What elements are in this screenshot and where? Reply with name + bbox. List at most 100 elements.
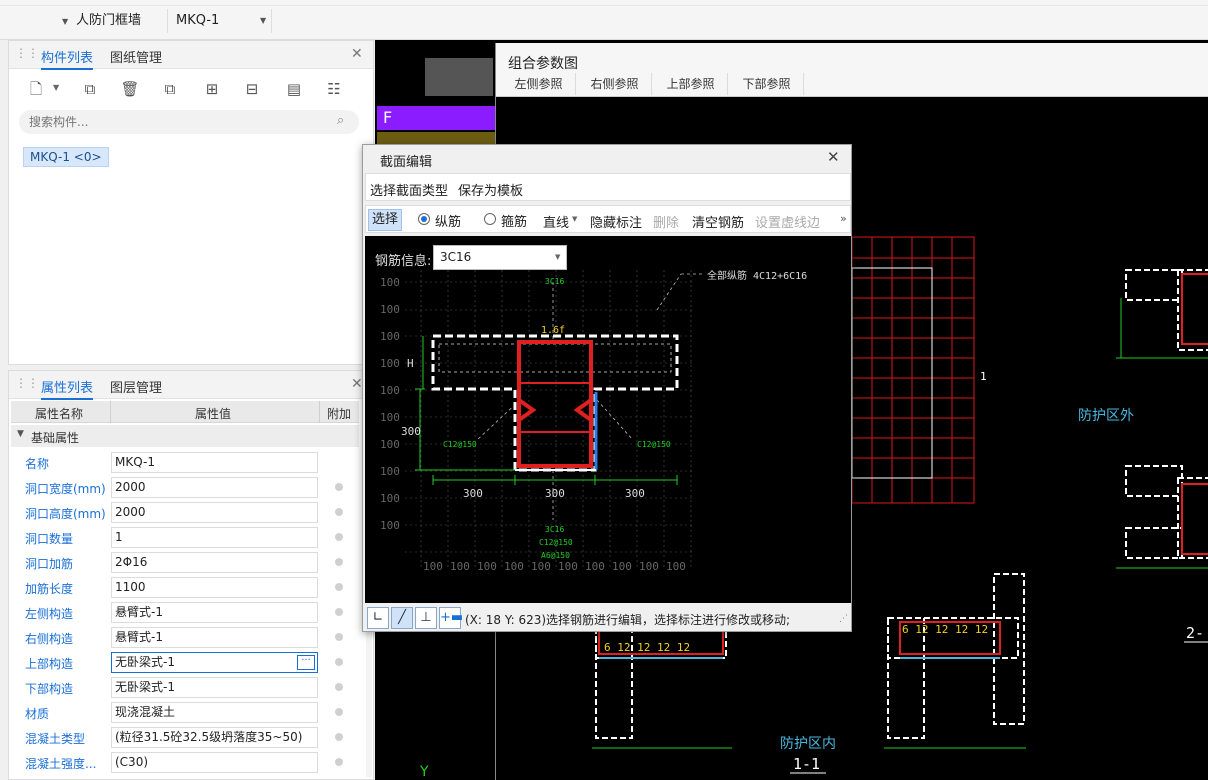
menu-select-section-type[interactable]: 选择截面类型 — [370, 180, 448, 199]
hide-label-button[interactable]: 隐藏标注 — [590, 212, 642, 231]
property-value-field[interactable]: 悬臂式-1 — [111, 602, 318, 623]
top-reference-button[interactable]: 上部参照 — [654, 73, 728, 95]
extra-checkbox[interactable] — [335, 658, 343, 666]
section-outline — [431, 334, 679, 472]
extra-checkbox[interactable] — [335, 683, 343, 691]
bottom-left-detail — [592, 617, 732, 749]
bottom-reference-button[interactable]: 下部参照 — [730, 73, 804, 95]
mid-rebar-label: 1.6f — [541, 325, 565, 336]
close-icon[interactable]: ✕ — [351, 46, 363, 62]
menu-save-template[interactable]: 保存为模板 — [458, 180, 523, 199]
property-value-field[interactable]: 1100 — [111, 577, 318, 598]
new-component-icon[interactable]: 🗋 — [23, 77, 49, 101]
extra-checkbox[interactable] — [335, 533, 343, 541]
extra-checkbox[interactable] — [335, 483, 343, 491]
stirrup-right-label: C12@150 — [637, 440, 671, 449]
delete-icon[interactable]: 🗑 — [117, 77, 143, 101]
property-value-field[interactable]: (C30) — [111, 752, 318, 773]
import-icon[interactable]: ⊞ — [199, 77, 225, 101]
radio-stirrup[interactable] — [484, 213, 496, 225]
add-dimension-icon[interactable]: +▬ — [439, 607, 463, 629]
svg-text:100: 100 — [380, 276, 400, 289]
extra-checkbox[interactable] — [335, 558, 343, 566]
drag-handle-icon[interactable]: ⋮⋮ — [15, 46, 39, 60]
dialog-titlebar[interactable]: 截面编辑 ✕ — [363, 145, 851, 171]
property-value-field[interactable]: 2000 — [111, 477, 318, 498]
property-group-basic[interactable]: ▼ 基础属性 — [11, 425, 359, 447]
close-icon[interactable]: ✕ — [827, 148, 840, 166]
copy-icon[interactable]: ⧉ — [77, 77, 103, 101]
left-reference-button[interactable]: 左侧参照 — [502, 73, 576, 95]
list-icon[interactable]: ☷ — [321, 77, 347, 101]
chevron-down-icon[interactable]: ▼ — [53, 83, 59, 92]
property-name: 材质 — [25, 707, 50, 721]
more-options-button[interactable]: ··· — [297, 655, 315, 670]
property-name: 混凝土强度... — [25, 757, 97, 771]
property-row: 洞口加筋 2Φ16 — [11, 550, 359, 575]
copy-to-floor-icon[interactable]: ⧉ — [157, 77, 183, 101]
property-value-field[interactable]: 1 — [111, 527, 318, 548]
select-button[interactable]: 选择 — [368, 209, 402, 231]
property-row: 混凝土强度... (C30) — [11, 750, 359, 775]
property-value-field[interactable]: 悬臂式-1 — [111, 627, 318, 648]
extra-checkbox[interactable] — [335, 758, 343, 766]
combo-title: 组合参数图 — [508, 56, 578, 72]
line-dropdown[interactable]: 直线 — [543, 212, 569, 231]
more-tools-icon[interactable]: » — [840, 212, 847, 225]
section-canvas[interactable]: 钢筋信息: 3C16 ▼ 100 100 100 100 100 100 100… — [365, 236, 851, 603]
property-panel: ⋮⋮ 属性列表 图层管理 ✕ 属性名称 属性值 附加 ▼ 基础属性 名称 MKQ… — [8, 370, 374, 780]
rebar-info-select[interactable]: 3C16 ▼ — [433, 245, 567, 270]
extra-checkbox[interactable] — [335, 708, 343, 716]
drag-handle-icon[interactable]: ⋮⋮ — [15, 376, 39, 390]
right-reference-button[interactable]: 右侧参照 — [578, 73, 652, 95]
extra-checkbox[interactable] — [335, 508, 343, 516]
component-item-mkq1[interactable]: MKQ-1 <0> — [23, 147, 109, 167]
dimension-lines — [415, 336, 678, 485]
tab-drawing-management[interactable]: 图纸管理 — [110, 47, 162, 66]
tab-component-list[interactable]: 构件列表 — [41, 47, 94, 70]
export-icon[interactable]: ⊟ — [239, 77, 265, 101]
component-search-input[interactable] — [29, 113, 329, 131]
radio-longitudinal[interactable] — [418, 213, 430, 225]
resize-grip-icon[interactable]: ⋰ — [839, 614, 848, 624]
property-value-field[interactable]: 现浇混凝土 — [111, 702, 318, 723]
property-value-field[interactable]: 2000 — [111, 502, 318, 523]
chevron-down-icon[interactable]: ▼ — [62, 17, 68, 26]
diagonal-line-icon[interactable]: ╱ — [391, 607, 413, 629]
property-row: 下部构造 无卧梁式-1 — [11, 675, 359, 700]
component-select[interactable]: MKQ-1 ▼ — [172, 9, 272, 33]
ortho-icon[interactable]: ∟ — [367, 607, 389, 629]
extra-checkbox[interactable] — [335, 583, 343, 591]
property-value-field[interactable]: 无卧梁式-1 — [111, 677, 318, 698]
section-edit-dialog: 截面编辑 ✕ 选择截面类型 保存为模板 选择 纵筋 箍筋 直线 ▼ 隐藏标注 删… — [362, 144, 852, 632]
extra-checkbox[interactable] — [335, 733, 343, 741]
bottom-reference-label: 下部参照 — [742, 77, 791, 91]
svg-text:100: 100 — [666, 560, 686, 573]
chevron-down-icon[interactable]: ▼ — [572, 215, 577, 223]
property-row: 上部构造 无卧梁式-1 ··· — [11, 650, 359, 675]
close-icon[interactable]: ✕ — [351, 376, 363, 392]
clear-rebar-button[interactable]: 清空钢筋 — [692, 212, 744, 231]
delete-button[interactable]: 删除 — [653, 212, 679, 231]
property-value-field[interactable]: (粒径31.5砼32.5级坍落度35~50) — [111, 727, 318, 748]
perpendicular-icon[interactable]: ⊥ — [415, 607, 437, 629]
svg-text:300: 300 — [545, 487, 565, 500]
extra-checkbox[interactable] — [335, 633, 343, 641]
category-select[interactable]: 人防门框墙 — [72, 9, 168, 33]
tab-layer-management[interactable]: 图层管理 — [110, 377, 162, 396]
property-value-field[interactable]: 2Φ16 — [111, 552, 318, 573]
tab-property-list[interactable]: 属性列表 — [41, 377, 94, 400]
property-value-field-active[interactable]: 无卧梁式-1 — [111, 652, 318, 673]
radio-stirrup-label[interactable]: 箍筋 — [501, 211, 527, 230]
svg-text:6 12 12 12 12: 6 12 12 12 12 — [604, 641, 690, 654]
property-value-field[interactable]: MKQ-1 — [111, 452, 318, 473]
top-toolbar: ▼ 人防门框墙 MKQ-1 ▼ — [0, 0, 1208, 40]
comment-icon[interactable]: ▤ — [281, 77, 307, 101]
component-search[interactable]: ⌕ — [19, 110, 359, 134]
extra-checkbox[interactable] — [335, 608, 343, 616]
search-icon[interactable]: ⌕ — [337, 113, 344, 128]
select-label: 选择 — [371, 212, 398, 227]
property-name: 洞口加筋 — [25, 557, 74, 571]
set-dashed-edge-button[interactable]: 设置虚线边 — [755, 212, 820, 231]
radio-longitudinal-label[interactable]: 纵筋 — [435, 211, 461, 230]
